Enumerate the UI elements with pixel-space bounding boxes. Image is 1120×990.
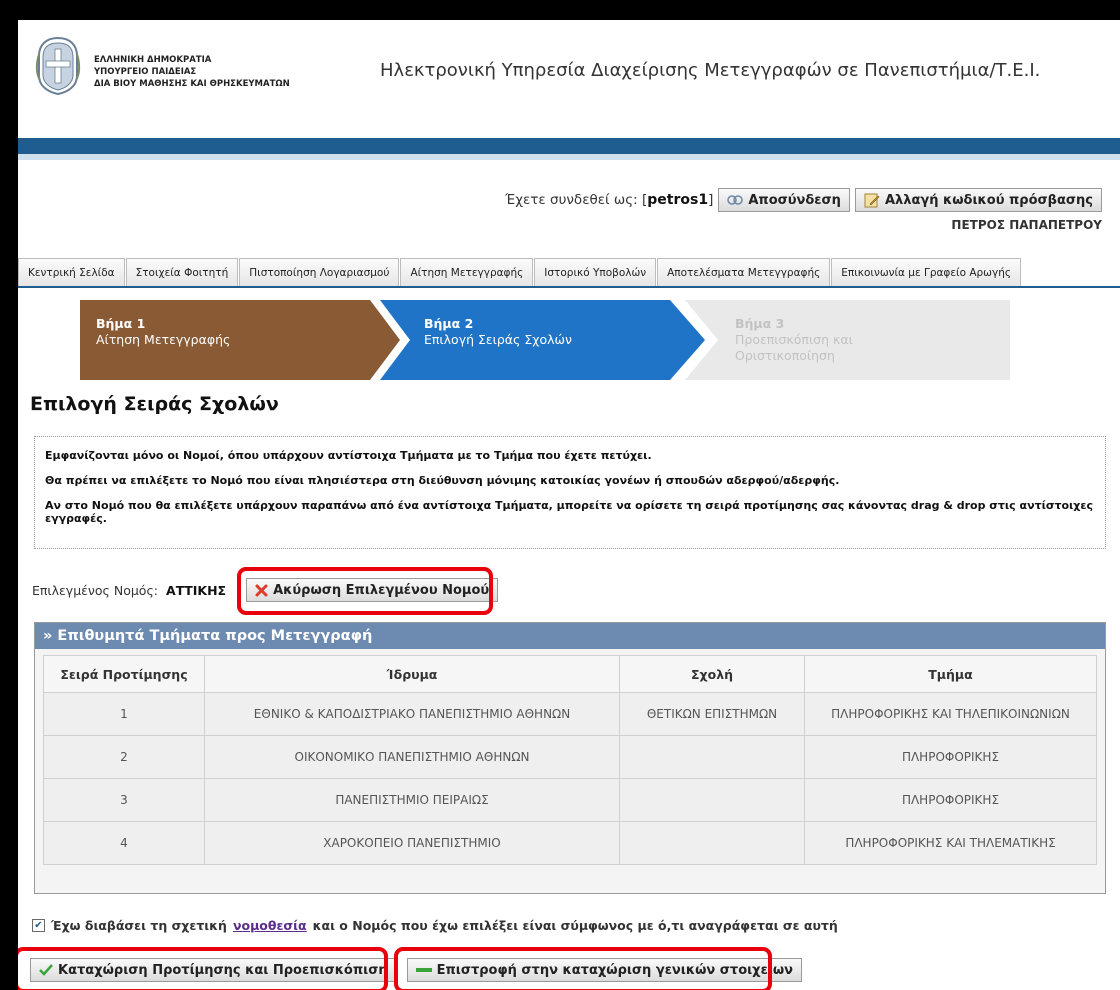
department-cell: ΠΛΗΡΟΦΟΡΙΚΗΣ ΚΑΙ ΤΗΛΕΜΑΤΙΚΗΣ xyxy=(804,821,1097,865)
step-2-number: Βήμα 2 xyxy=(424,316,474,331)
ministry-line: ΕΛΛΗΝΙΚΗ ΔΗΜΟΚΡΑΤΙΑ xyxy=(94,55,212,65)
desired-departments-panel: » Επιθυμητά Τμήματα προς Μετεγγραφή Σειρ… xyxy=(34,622,1106,894)
column-header: Σχολή xyxy=(619,655,805,693)
panel-title: » Επιθυμητά Τμήματα προς Μετεγγραφή xyxy=(35,623,1105,649)
legislation-link[interactable]: νομοθεσία xyxy=(233,918,307,933)
close-bracket: ] xyxy=(708,192,714,208)
key-edit-icon xyxy=(864,193,880,208)
department-cell: ΠΛΗΡΟΦΟΡΙΚΗΣ xyxy=(804,778,1097,822)
column-header: Ίδρυμα xyxy=(204,655,620,693)
main-tabs: Κεντρική Σελίδα Στοιχεία Φοιτητή Πιστοπο… xyxy=(18,258,1120,288)
school-cell: ΘΕΤΙΚΩΝ ΕΠΙΣΤΗΜΩΝ xyxy=(619,692,805,736)
institution-cell: ΠΑΝΕΠΙΣΤΗΜΙΟ ΠΕΙΡΑΙΩΣ xyxy=(204,778,620,822)
tab-account-verification[interactable]: Πιστοποίηση Λογαριασμού xyxy=(239,258,400,286)
department-cell: ΠΛΗΡΟΦΟΡΙΚΗΣ ΚΑΙ ΤΗΛΕΠΙΚΟΙΝΩΝΙΩΝ xyxy=(804,692,1097,736)
user-bar: Έχετε συνδεθεί ως: [petros1] Αποσύνδεση … xyxy=(505,186,1102,214)
preference-order: 4 xyxy=(43,821,205,865)
step-2-label: Επιλογή Σειράς Σχολών xyxy=(424,332,572,347)
table-header-row: Σειρά Προτίμησης Ίδρυμα Σχολή Τμήμα xyxy=(43,655,1097,693)
column-header: Τμήμα xyxy=(804,655,1097,693)
institution-cell: ΟΙΚΟΝΟΜΙΚΟ ΠΑΝΕΠΙΣΤΗΜΙΟ ΑΘΗΝΩΝ xyxy=(204,735,620,779)
step-3-number: Βήμα 3 xyxy=(735,316,785,331)
info-text: Θα πρέπει να επιλέξετε το Νομό που είναι… xyxy=(45,474,840,487)
school-cell xyxy=(619,778,805,822)
greek-emblem-icon xyxy=(35,36,81,96)
tab-home[interactable]: Κεντρική Σελίδα xyxy=(18,258,125,286)
tab-helpdesk-contact[interactable]: Επικοινωνία με Γραφείο Αρωγής xyxy=(831,258,1022,286)
info-box: Εμφανίζονται μόνο οι Νομοί, όπου υπάρχου… xyxy=(34,436,1106,549)
ministry-name: ΕΛΛΗΝΙΚΗ ΔΗΜΟΚΡΑΤΙΑ ΥΠΟΥΡΓΕΙΟ ΠΑΙΔΕΙΑΣ Δ… xyxy=(94,54,290,90)
preference-order: 1 xyxy=(43,692,205,736)
tab-submission-history[interactable]: Ιστορικό Υποβολών xyxy=(534,258,657,286)
step-1-number: Βήμα 1 xyxy=(96,316,146,331)
highlight-box xyxy=(237,567,493,615)
wizard-step-2: Βήμα 2 Επιλογή Σειράς Σχολών xyxy=(424,300,664,380)
selected-prefecture-label: Επιλεγμένος Νομός: xyxy=(32,582,159,598)
wizard-step-3: Βήμα 3 Προεπισκόπιση και Οριστικοποίηση xyxy=(735,300,895,380)
header-band xyxy=(18,154,1120,160)
department-cell: ΠΛΗΡΟΦΟΡΙΚΗΣ xyxy=(804,735,1097,779)
user-full-name: ΠΕΤΡΟΣ ΠΑΠΑΠΕΤΡΟΥ xyxy=(951,218,1102,232)
selected-prefecture-value: ΑΤΤΙΚΗΣ xyxy=(166,582,227,598)
agreement-checkbox[interactable]: ✔ xyxy=(32,919,45,932)
ministry-line: ΥΠΟΥΡΓΕΙΟ ΠΑΙΔΕΙΑΣ xyxy=(94,67,197,77)
page-title: Επιλογή Σειράς Σχολών xyxy=(30,393,279,415)
ministry-line: ΔΙΑ ΒΙΟΥ ΜΑΘΗΣΗΣ ΚΑΙ ΘΡΗΣΚΕΥΜΑΤΩΝ xyxy=(94,79,290,89)
institution-cell: ΧΑΡΟΚΟΠΕΙΟ ΠΑΝΕΠΙΣΤΗΜΙΟ xyxy=(204,821,620,865)
wizard-steps: Βήμα 1 Αίτηση Μετεγγραφής Βήμα 2 Επιλογή… xyxy=(80,300,1010,380)
institution-cell: ΕΘΝΙΚΟ & ΚΑΠΟΔΙΣΤΡΙΑΚΟ ΠΑΝΕΠΙΣΤΗΜΙΟ ΑΘΗΝ… xyxy=(204,692,620,736)
page: ΕΛΛΗΝΙΚΗ ΔΗΜΟΚΡΑΤΙΑ ΥΠΟΥΡΓΕΙΟ ΠΑΙΔΕΙΑΣ Δ… xyxy=(18,20,1120,990)
info-text: Αν στο Νομό που θα επιλέξετε υπάρχουν πα… xyxy=(45,499,1094,525)
header: ΕΛΛΗΝΙΚΗ ΔΗΜΟΚΡΑΤΙΑ ΥΠΟΥΡΓΕΙΟ ΠΑΙΔΕΙΑΣ Δ… xyxy=(18,20,1120,138)
logged-in-label: Έχετε συνδεθεί ως: [petros1] xyxy=(505,192,713,208)
agreement-text: και ο Νομός που έχω επιλέξει είναι σύμφω… xyxy=(312,918,838,933)
table-row[interactable]: 1 ΕΘΝΙΚΟ & ΚΑΠΟΔΙΣΤΡΙΑΚΟ ΠΑΝΕΠΙΣΤΗΜΙΟ ΑΘ… xyxy=(43,692,1097,736)
highlight-box xyxy=(18,947,388,990)
agreement-row: ✔ Έχω διαβάσει τη σχετική νομοθεσία και … xyxy=(32,918,838,933)
tab-transfer-results[interactable]: Αποτελέσματα Μετεγγραφής xyxy=(657,258,831,286)
table-row[interactable]: 2 ΟΙΚΟΝΟΜΙΚΟ ΠΑΝΕΠΙΣΤΗΜΙΟ ΑΘΗΝΩΝ ΠΛΗΡΟΦΟ… xyxy=(43,735,1097,779)
step-1-label: Αίτηση Μετεγγραφής xyxy=(96,332,231,347)
departments-table: Σειρά Προτίμησης Ίδρυμα Σχολή Τμήμα 1 ΕΘ… xyxy=(43,655,1097,865)
step-3-label: Προεπισκόπιση και Οριστικοποίηση xyxy=(735,332,853,363)
change-password-button[interactable]: Αλλαγή κωδικού πρόσβασης xyxy=(854,188,1102,212)
tab-student-info[interactable]: Στοιχεία Φοιτητή xyxy=(125,258,239,286)
logout-button[interactable]: Αποσύνδεση xyxy=(718,188,850,212)
table-row[interactable]: 3 ΠΑΝΕΠΙΣΤΗΜΙΟ ΠΕΙΡΑΙΩΣ ΠΛΗΡΟΦΟΡΙΚΗΣ xyxy=(43,778,1097,822)
info-text: Εμφανίζονται μόνο οι Νομοί, όπου υπάρχου… xyxy=(45,449,652,462)
table-row[interactable]: 4 ΧΑΡΟΚΟΠΕΙΟ ΠΑΝΕΠΙΣΤΗΜΙΟ ΠΛΗΡΟΦΟΡΙΚΗΣ Κ… xyxy=(43,821,1097,865)
preference-order: 3 xyxy=(43,778,205,822)
logout-label: Αποσύνδεση xyxy=(748,192,841,208)
highlight-box xyxy=(394,947,772,990)
school-cell xyxy=(619,821,805,865)
wizard-step-1: Βήμα 1 Αίτηση Μετεγγραφής xyxy=(96,300,356,380)
logout-icon xyxy=(727,195,744,205)
agreement-text: Έχω διαβάσει τη σχετική xyxy=(51,918,227,933)
header-bar xyxy=(18,138,1120,154)
column-header: Σειρά Προτίμησης xyxy=(43,655,205,693)
username: petros1 xyxy=(647,192,709,208)
preference-order: 2 xyxy=(43,735,205,779)
service-title: Ηλεκτρονική Υπηρεσία Διαχείρισης Μετεγγρ… xyxy=(380,60,1041,81)
logged-in-text: Έχετε συνδεθεί ως: [ xyxy=(505,192,648,208)
tab-transfer-application[interactable]: Αίτηση Μετεγγραφής xyxy=(400,258,534,286)
change-password-label: Αλλαγή κωδικού πρόσβασης xyxy=(884,192,1093,208)
school-cell xyxy=(619,735,805,779)
